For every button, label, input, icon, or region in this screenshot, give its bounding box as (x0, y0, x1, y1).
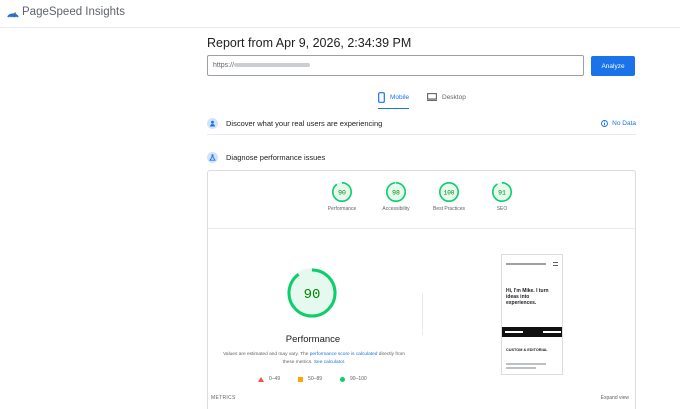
top-bar: PageSpeed Insights (0, 0, 680, 28)
preview-sub-text: CUSTOM & EDITORIAL (506, 348, 548, 352)
expand-view-toggle[interactable]: Expand view (601, 395, 629, 401)
lab-data-row: Diagnose performance issues (207, 146, 636, 168)
field-data-row[interactable]: Discover what your real users are experi… (207, 113, 636, 135)
vertical-divider (422, 293, 423, 335)
card-divider (208, 228, 635, 229)
tab-mobile[interactable]: Mobile (378, 88, 410, 109)
analyze-button[interactable]: Analyze (591, 56, 635, 76)
score-gauge-best-practices[interactable]: 100 Best Practices (419, 181, 479, 212)
gauge-ring: 90 (332, 182, 352, 202)
preview-nav (506, 263, 546, 265)
monitor-icon (427, 93, 437, 101)
score-value: 100 (444, 189, 455, 196)
score-value: 98 (392, 189, 400, 196)
brand-name[interactable]: PageSpeed Insights (22, 6, 125, 18)
legend-average: 50–89 (298, 376, 322, 382)
report-title: Report from Apr 9, 2026, 2:34:39 PM (207, 36, 412, 50)
gauge-ring: 91 (492, 182, 512, 202)
preview-black-band (502, 327, 562, 337)
info-icon (601, 120, 609, 127)
score-value: 91 (498, 189, 506, 196)
metrics-heading: METRICS (211, 395, 236, 401)
lab-data-label: Diagnose performance issues (226, 152, 326, 162)
score-value: 90 (338, 189, 346, 196)
performance-title: Performance (285, 334, 341, 345)
preview-line (506, 363, 546, 365)
tab-desktop[interactable]: Desktop (427, 88, 466, 106)
page-screenshot[interactable]: Hi, I'm Mike. I turn ideas into experien… (501, 254, 563, 375)
score-label: SEO (496, 206, 508, 212)
score-label: Accessibility (382, 206, 410, 212)
tab-desktop-label: Desktop (442, 93, 466, 101)
score-legend: 0–49 50–89 90–100 (258, 376, 367, 382)
score-label: Best Practices (433, 206, 465, 212)
score-gauge-accessibility[interactable]: 98 Accessibility (366, 181, 426, 212)
no-data-toggle[interactable]: No Data (601, 120, 636, 127)
performance-description: Values are estimated and may vary. The p… (223, 352, 405, 365)
legend-pass: 90–100 (340, 376, 367, 382)
gauge-ring: 100 (439, 182, 459, 202)
phone-icon (378, 91, 385, 103)
performance-gauge: 90 (287, 268, 337, 318)
report-card: 90 Performance 98 Accessibility 100 Best… (207, 170, 636, 409)
triangle-icon (258, 376, 264, 382)
gauge-ring: 98 (386, 182, 406, 202)
performance-score-link[interactable]: performance score is calculated (310, 352, 378, 357)
score-gauge-performance[interactable]: 90 Performance (312, 181, 372, 212)
no-data-label: No Data (612, 120, 636, 127)
hamburger-icon (553, 262, 558, 266)
square-icon (298, 376, 304, 382)
tab-mobile-label: Mobile (390, 93, 410, 101)
flask-icon (207, 151, 218, 163)
score-label: Performance (327, 206, 357, 212)
pagespeed-logo-icon[interactable] (6, 6, 20, 20)
performance-score: 90 (304, 287, 321, 303)
field-data-label: Discover what your real users are experi… (226, 119, 383, 128)
preview-hero-text: Hi, I'm Mike. I turn ideas into experien… (506, 288, 549, 306)
legend-fail: 0–49 (258, 376, 280, 382)
redacted-url (234, 63, 310, 67)
score-gauge-seo[interactable]: 91 SEO (472, 181, 532, 212)
preview-line (506, 367, 536, 369)
calculator-link[interactable]: See calculator. (314, 360, 345, 365)
circle-icon (340, 376, 346, 382)
users-icon (207, 118, 218, 129)
